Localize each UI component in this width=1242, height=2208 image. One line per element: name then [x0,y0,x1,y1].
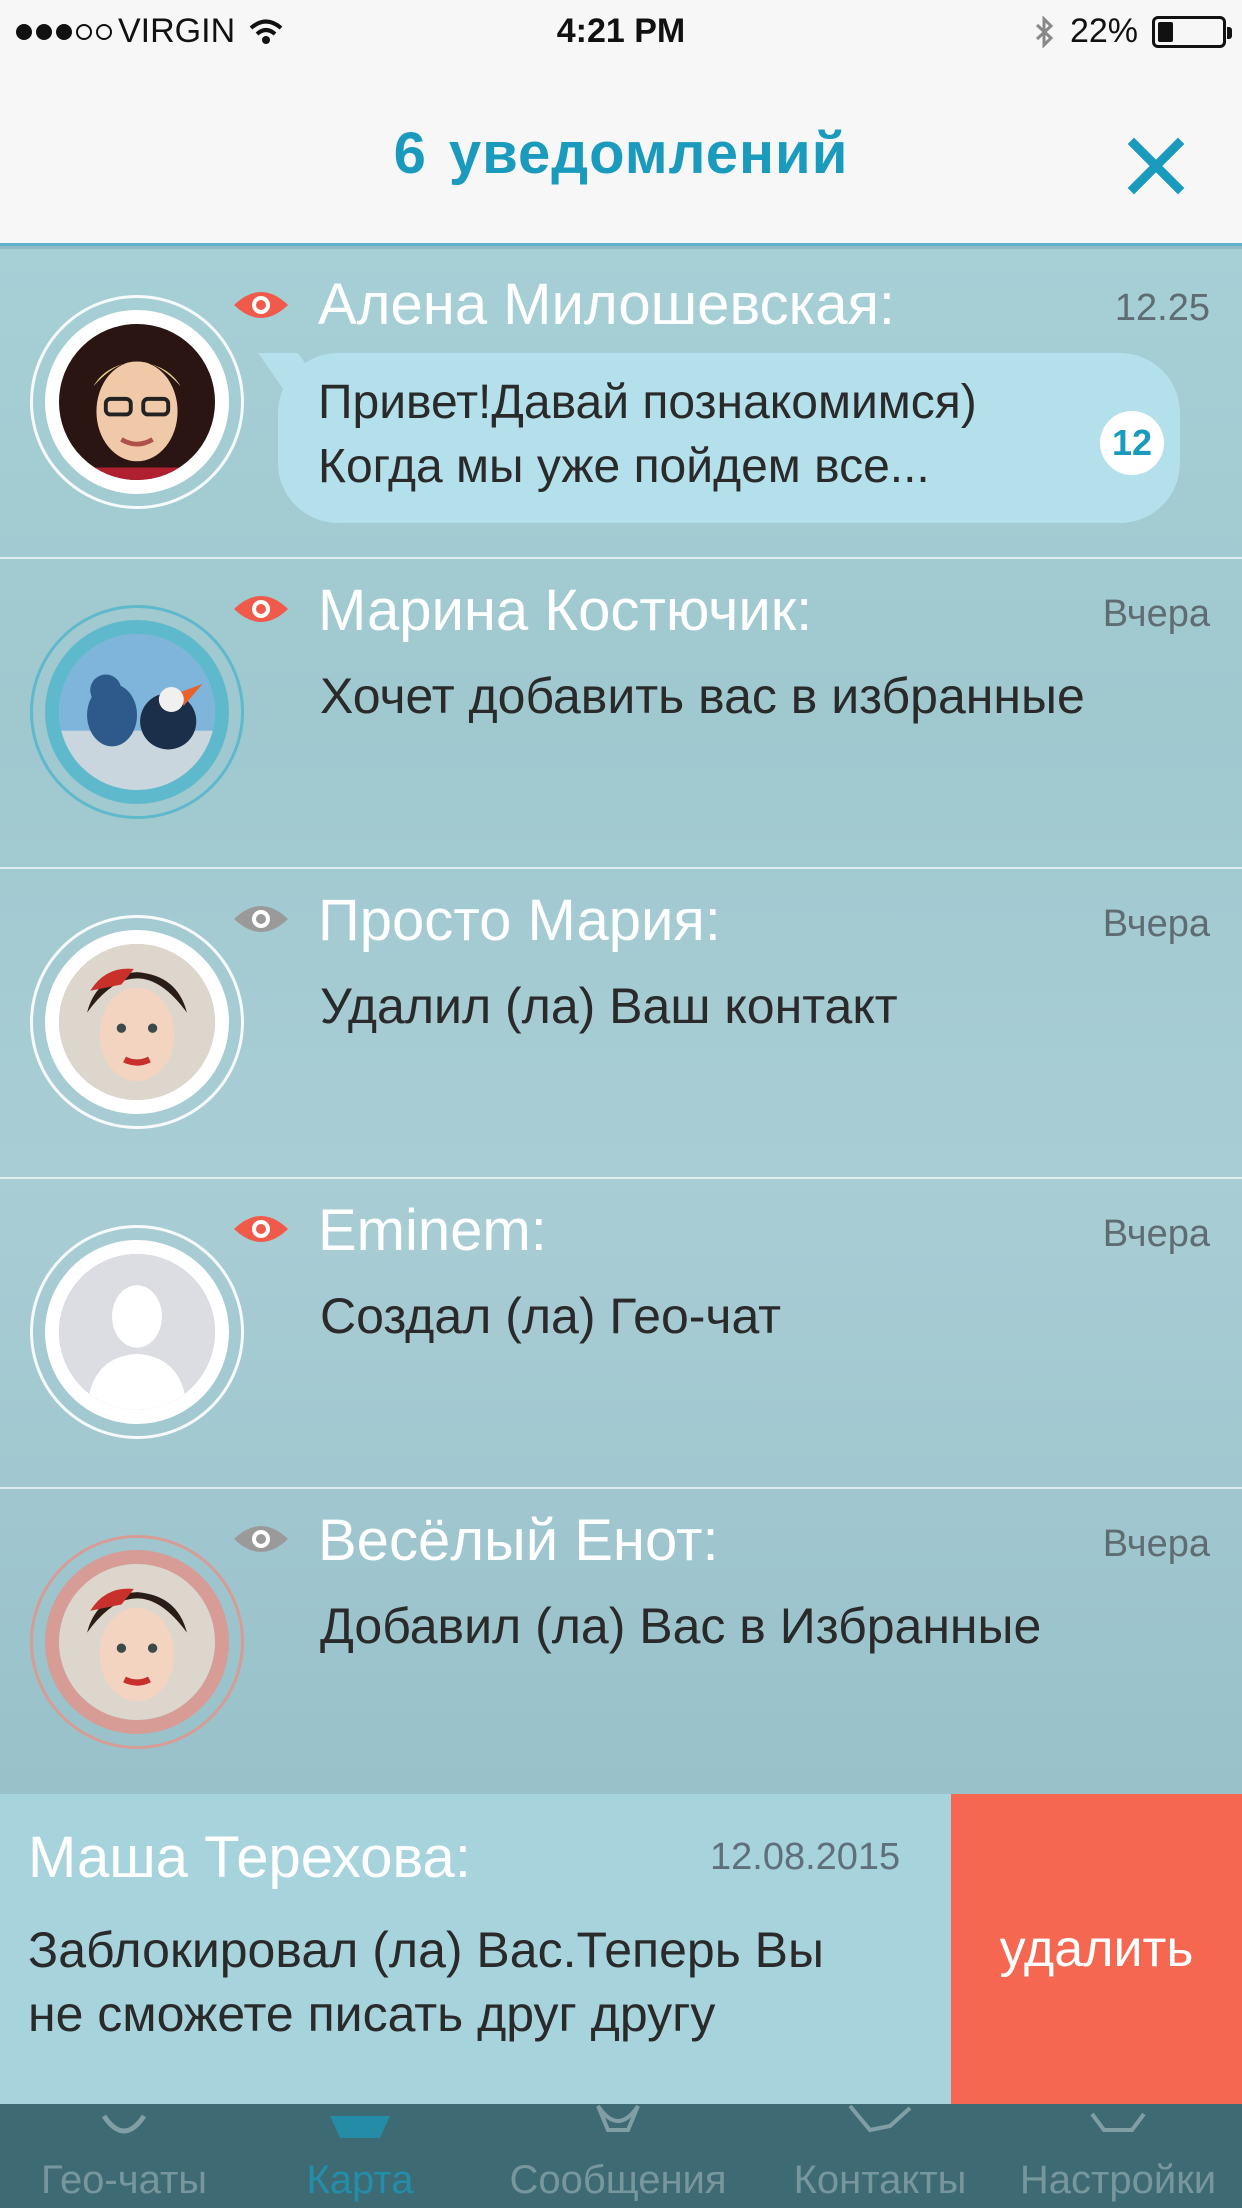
avatar[interactable] [30,1225,244,1439]
sender-name: Марина Костючик: [318,578,813,643]
map-icon [330,2116,390,2138]
contacts-icon [848,2104,912,2133]
sender-name: Eminem: [318,1198,547,1263]
eye-icon [234,1526,288,1552]
status-bar: VIRGIN 4:21 PM 22% [0,0,1242,60]
sender-name: Маша Терехова: [28,1825,471,1890]
swiped-notification-row[interactable]: Маша Терехова: 12.08.2015 Заблокировал (… [0,1794,1242,2104]
notification-time: Вчера [1102,903,1210,945]
tab-label: Гео-чаты [40,2158,208,2202]
avatar[interactable] [30,1535,244,1749]
tab-contacts[interactable]: Контакты [756,2104,1004,2208]
sender-name: Алена Милошевская: [318,272,896,337]
avatar[interactable] [30,605,244,819]
tab-messages[interactable]: Сообщения [494,2104,742,2208]
tab-map[interactable]: Карта [236,2104,484,2208]
notification-message: Удалил (ла) Ваш контакт [320,978,898,1034]
notification-list[interactable]: Алена Милошевская: 12.25 Привет!Давай по… [0,249,1242,1794]
status-right: 22% [1034,12,1232,51]
message-line: не сможете писать друг другу [28,1986,716,2042]
avatar[interactable] [30,295,244,509]
close-icon[interactable] [1120,130,1192,202]
notification-time: Вчера [1102,1523,1210,1565]
notification-message: Создал (ла) Гео-чат [320,1288,782,1344]
eye-icon [234,596,288,622]
avatar[interactable] [30,915,244,1129]
notification-row[interactable]: Весёлый Енот: Вчера Добавил (ла) Вас в И… [0,1489,1242,1799]
eye-icon [234,906,288,932]
tab-label: Контакты [793,2158,967,2202]
message-line: Заблокировал (ла) Вас.Теперь Вы [28,1922,824,1978]
battery-icon [1152,15,1232,48]
avatar-placeholder-icon [59,1254,215,1410]
notification-message: Добавил (ла) Вас в Избранные [320,1598,1042,1654]
notification-row[interactable]: Алена Милошевская: 12.25 Привет!Давай по… [0,249,1242,559]
tab-bar: Гео-чаты Карта Сообщения Контакты Настро… [0,2104,1242,2208]
battery-percent: 22% [1069,12,1138,50]
sender-name: Просто Мария: [318,888,721,953]
notification-time: 12.25 [1114,287,1210,329]
avatar-photo [59,1564,215,1720]
notification-row[interactable]: Марина Костючик: Вчера Хочет добавить ва… [0,559,1242,869]
avatar-photo [59,324,215,480]
unread-badge: 12 [1100,411,1164,475]
page-title: 6 уведомлений [0,120,1242,187]
eye-icon [234,292,288,318]
top-bar: VIRGIN 4:21 PM 22% 6 уведомлений [0,0,1242,246]
eye-icon [234,1216,288,1242]
notification-message: Хочет добавить вас в избранные [320,668,1085,724]
avatar-photo [59,944,215,1100]
settings-icon [1090,2112,1146,2132]
message-line: Привет!Давай познакомимся) [318,376,977,429]
tab-label: Настройки [1019,2158,1217,2202]
message-bubble[interactable]: Привет!Давай познакомимся) Когда мы уже … [278,353,1180,523]
notification-time: 12.08.2015 [710,1836,901,1878]
notification-row[interactable]: Eminem: Вчера Создал (ла) Гео-чат [0,1179,1242,1489]
notification-title: уведомлений [448,121,849,186]
notification-count: 6 [393,121,427,186]
sender-name: Весёлый Енот: [318,1508,719,1573]
tab-settings[interactable]: Настройки [994,2104,1242,2208]
message-line: Когда мы уже пойдем все... [318,440,930,493]
messages-icon [596,2104,640,2132]
bluetooth-icon [1035,15,1054,48]
avatar-photo [59,634,215,790]
tab-label: Карта [306,2158,414,2202]
notification-time: Вчера [1102,1213,1210,1255]
notification-row[interactable]: Просто Мария: Вчера Удалил (ла) Ваш конт… [0,869,1242,1179]
tab-label: Сообщения [509,2158,727,2202]
geo-chat-icon [101,2114,147,2134]
delete-button[interactable]: удалить [951,1794,1242,2104]
notification-time: Вчера [1102,593,1210,635]
tab-geo-chats[interactable]: Гео-чаты [0,2104,248,2208]
